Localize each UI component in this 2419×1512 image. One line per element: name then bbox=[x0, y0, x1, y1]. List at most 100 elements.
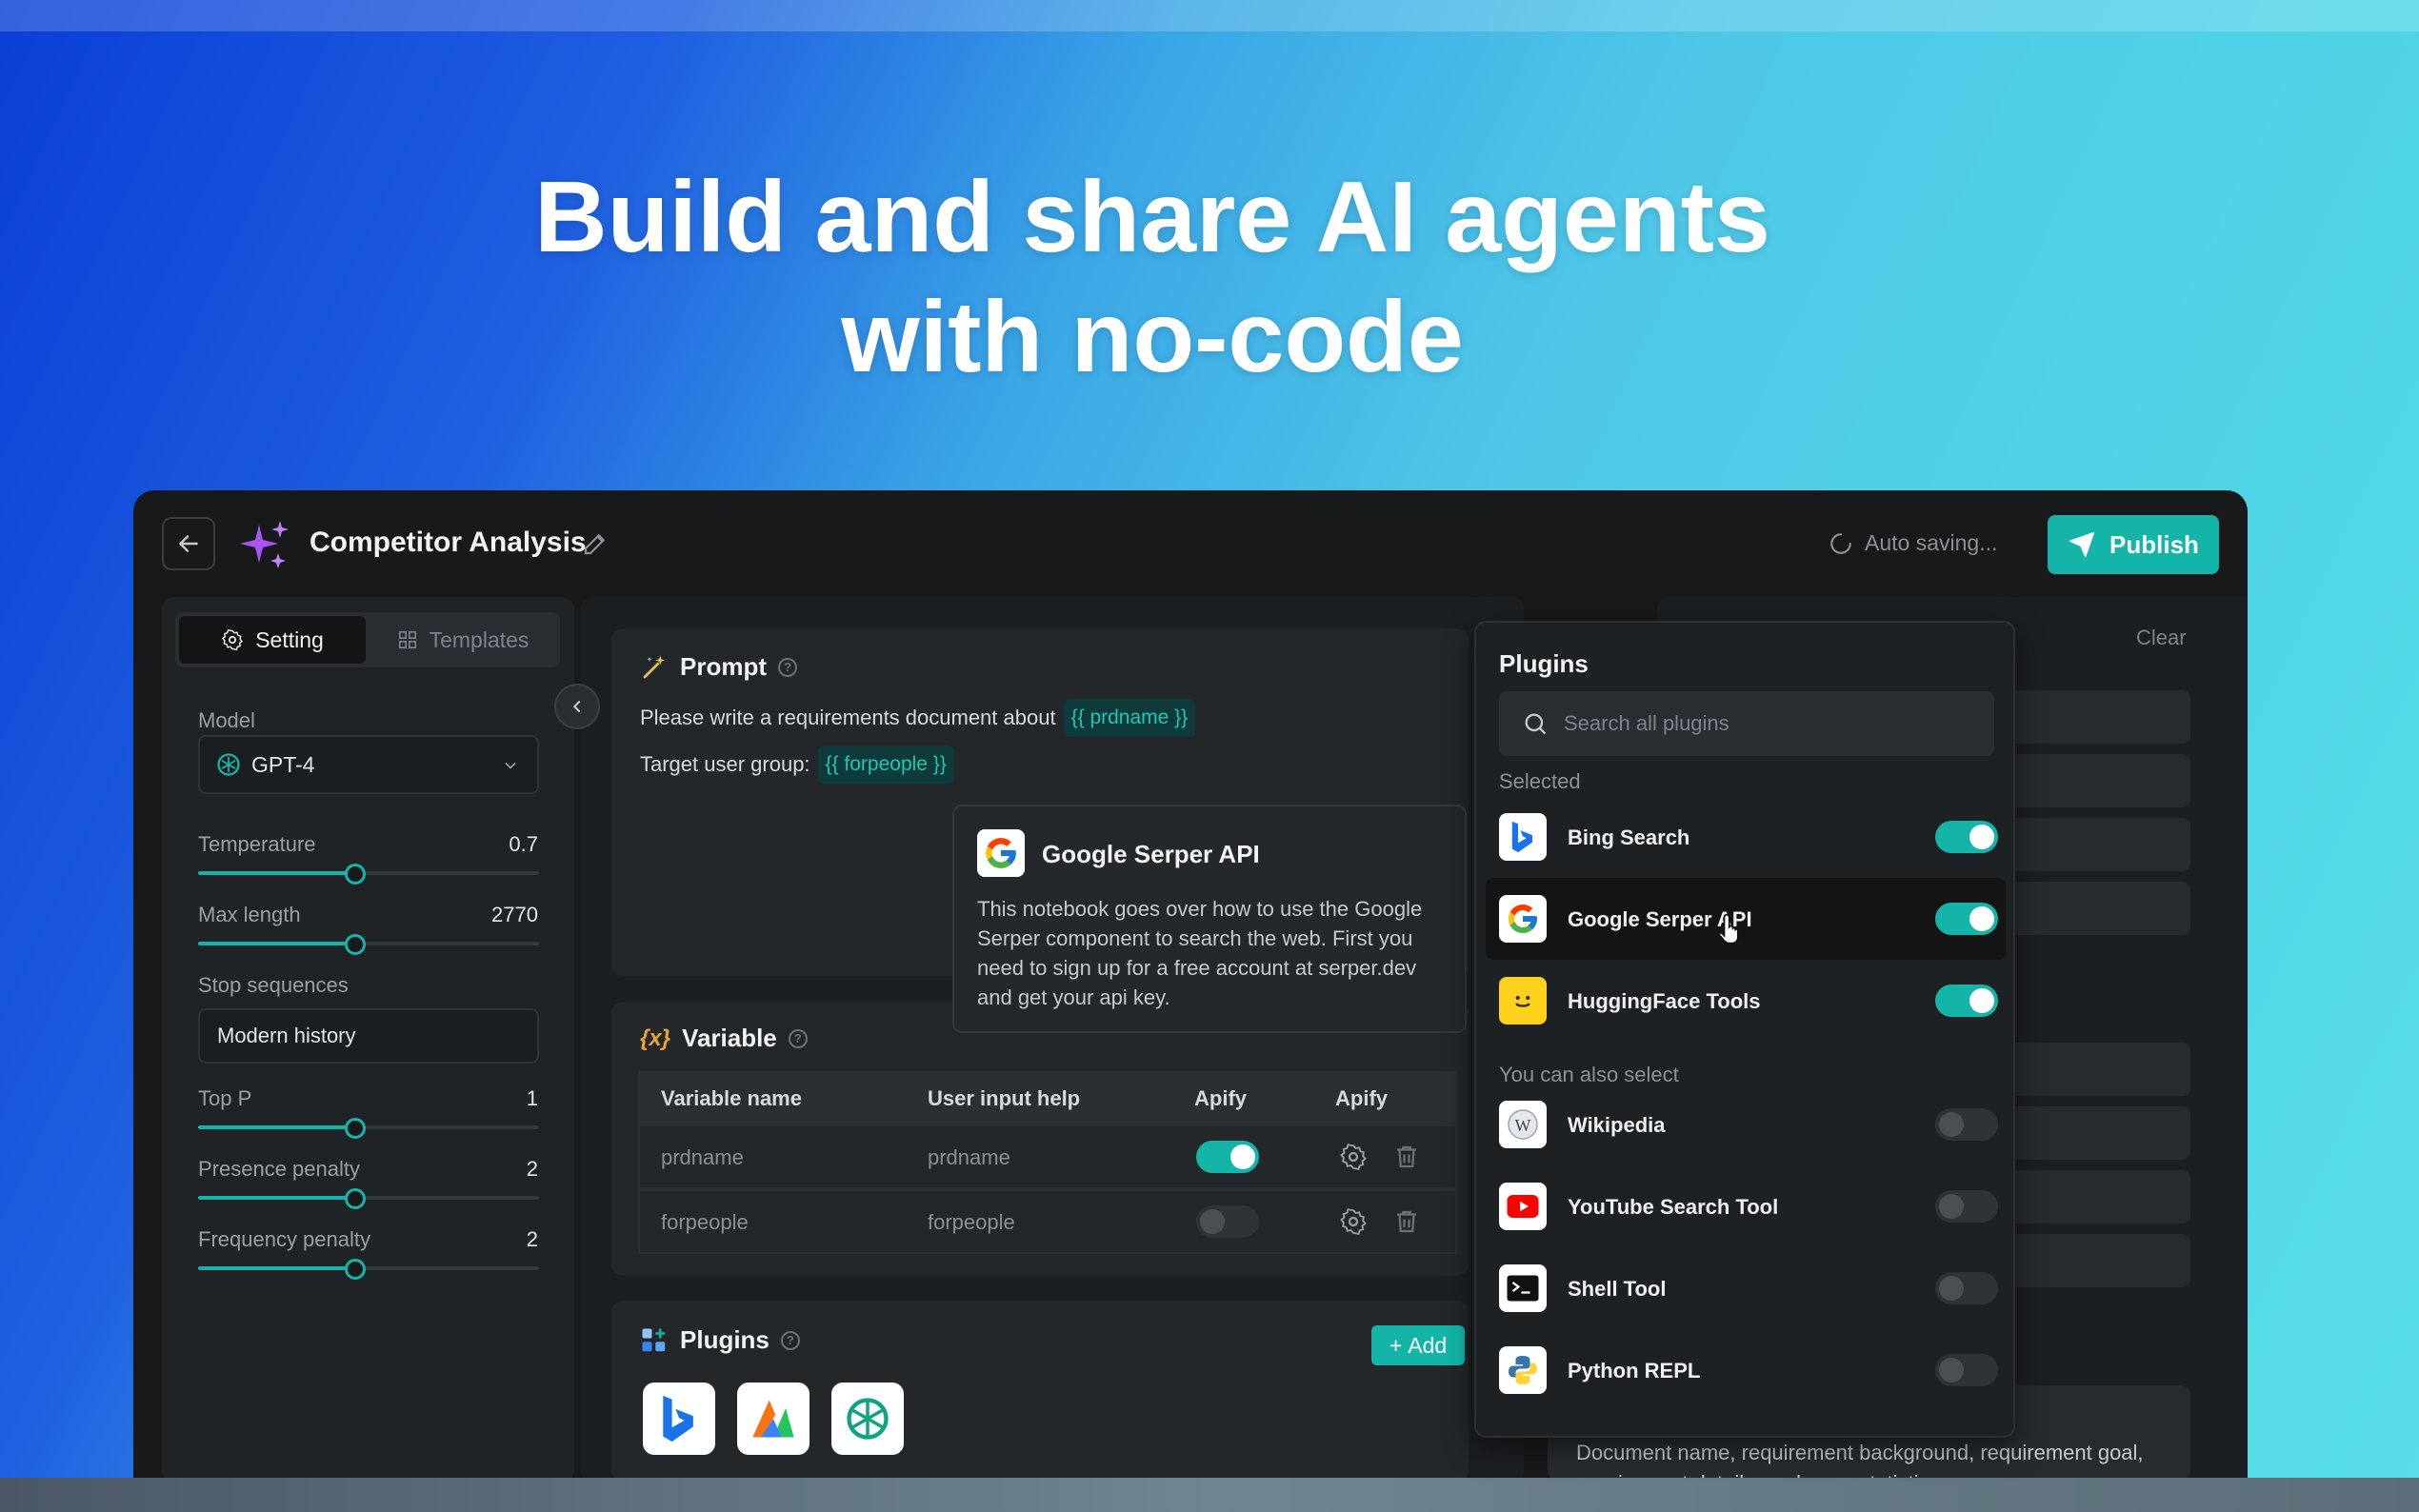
youtube-icon bbox=[1499, 1183, 1547, 1230]
variable-name-cell[interactable]: prdname bbox=[661, 1145, 744, 1170]
frequency-penalty-label: Frequency penalty bbox=[198, 1227, 370, 1251]
top-p-label: Top P bbox=[198, 1086, 252, 1110]
apify-icon bbox=[752, 1400, 794, 1438]
tooltip-body: This notebook goes over how to use the G… bbox=[977, 897, 1423, 1009]
slider-thumb[interactable] bbox=[344, 1259, 366, 1280]
plugin-name: Wikipedia bbox=[1568, 1113, 1666, 1137]
plugin-item-wikipedia[interactable]: W Wikipedia bbox=[1486, 1084, 2006, 1165]
gear-icon bbox=[222, 629, 243, 651]
input-help-cell[interactable]: forpeople bbox=[928, 1210, 1015, 1235]
plugin-item-bing[interactable]: Bing Search bbox=[1486, 796, 2006, 878]
search-icon bbox=[1525, 713, 1547, 735]
stop-sequences-input[interactable]: Modern history bbox=[198, 1008, 539, 1064]
tab-templates[interactable]: Templates bbox=[370, 616, 556, 664]
variable-title-text: Variable bbox=[682, 1024, 777, 1052]
plugins-popover-title: Plugins bbox=[1499, 649, 1589, 678]
plugin-toggle[interactable] bbox=[1935, 903, 1998, 935]
preview-field bbox=[2009, 1106, 2190, 1160]
tab-templates-label: Templates bbox=[429, 627, 530, 652]
preview-field bbox=[2009, 818, 2190, 871]
hero-line-2: with no-code bbox=[841, 281, 1464, 393]
back-button[interactable] bbox=[162, 517, 215, 570]
slider-thumb[interactable] bbox=[344, 934, 366, 955]
frequency-penalty-slider[interactable] bbox=[198, 1259, 539, 1280]
edit-icon[interactable] bbox=[581, 529, 610, 558]
temperature-value: 0.7 bbox=[509, 832, 538, 856]
temperature-label: Temperature bbox=[198, 832, 316, 856]
prompt-title-text: Prompt bbox=[680, 652, 767, 681]
presence-penalty-label: Presence penalty bbox=[198, 1157, 360, 1181]
plugin-search-input[interactable]: Search all plugins bbox=[1499, 691, 1994, 756]
autosave-text: Auto saving... bbox=[1865, 530, 1998, 555]
bing-plugin-thumb[interactable] bbox=[643, 1383, 715, 1455]
max-length-label: Max length bbox=[198, 903, 301, 926]
variable-chip[interactable]: {{ prdname }} bbox=[1063, 699, 1196, 737]
collapse-panel-button[interactable] bbox=[554, 684, 600, 729]
plugin-item-shell[interactable]: Shell Tool bbox=[1486, 1247, 2006, 1329]
max-length-value: 2770 bbox=[491, 903, 538, 926]
settings-icon[interactable] bbox=[1339, 1207, 1368, 1236]
plugin-item-google-serper[interactable]: Google Serper API bbox=[1486, 878, 2006, 960]
prompt-line-1-text: Please write a requirements document abo… bbox=[640, 706, 1056, 729]
model-select[interactable]: GPT-4 bbox=[198, 735, 539, 794]
table-row: forpeople forpeople bbox=[638, 1189, 1457, 1254]
plugin-name: Shell Tool bbox=[1568, 1277, 1667, 1301]
publish-button[interactable]: Publish bbox=[2048, 515, 2219, 574]
prompt-line-2[interactable]: Target user group: {{ forpeople }} bbox=[640, 746, 954, 784]
top-p-slider[interactable] bbox=[198, 1118, 539, 1139]
preview-field bbox=[2009, 754, 2190, 807]
slider-thumb[interactable] bbox=[344, 864, 366, 885]
help-icon[interactable]: ? bbox=[778, 657, 797, 677]
top-p-value: 1 bbox=[526, 1086, 538, 1110]
column-header: Variable name bbox=[661, 1086, 802, 1110]
frequency-penalty-value: 2 bbox=[526, 1227, 538, 1251]
plugin-toggle[interactable] bbox=[1935, 1190, 1998, 1223]
plugin-toggle[interactable] bbox=[1935, 821, 1998, 853]
help-icon[interactable]: ? bbox=[788, 1028, 808, 1048]
openai-icon bbox=[847, 1398, 889, 1440]
openai-icon bbox=[217, 753, 240, 776]
hero-heading: Build and share AI agents with no-code bbox=[533, 157, 1771, 397]
presence-penalty-slider[interactable] bbox=[198, 1188, 539, 1209]
bottom-strip bbox=[0, 1478, 2419, 1512]
hand-cursor-icon bbox=[1718, 913, 1739, 945]
variable-chip[interactable]: {{ forpeople }} bbox=[817, 746, 954, 784]
trash-icon[interactable] bbox=[1392, 1207, 1421, 1236]
apify-toggle[interactable] bbox=[1196, 1205, 1259, 1238]
plugin-item-python[interactable]: Python REPL bbox=[1486, 1329, 2006, 1411]
input-help-cell[interactable]: prdname bbox=[928, 1145, 1010, 1170]
apify-plugin-thumb[interactable] bbox=[737, 1383, 810, 1455]
app-title: Competitor Analysis bbox=[310, 527, 587, 558]
prompt-line-1[interactable]: Please write a requirements document abo… bbox=[640, 699, 1196, 737]
temperature-slider[interactable] bbox=[198, 864, 539, 885]
add-plugin-button[interactable]: + Add bbox=[1371, 1325, 1465, 1365]
google-icon bbox=[977, 829, 1025, 877]
plus-icon: + bbox=[1389, 1332, 1403, 1358]
prompt-title: Prompt ? bbox=[640, 652, 797, 682]
apify-toggle[interactable] bbox=[1196, 1141, 1259, 1173]
plugin-item-youtube[interactable]: YouTube Search Tool bbox=[1486, 1165, 2006, 1247]
terminal-icon bbox=[1499, 1264, 1547, 1312]
slider-thumb[interactable] bbox=[344, 1188, 366, 1209]
max-length-slider[interactable] bbox=[198, 934, 539, 955]
plugin-toggle[interactable] bbox=[1935, 1272, 1998, 1304]
preview-field bbox=[2009, 1234, 2190, 1287]
clear-button[interactable]: Clear bbox=[2136, 626, 2187, 650]
plugin-toggle[interactable] bbox=[1935, 985, 1998, 1017]
prompt-line-2-text: Target user group: bbox=[640, 752, 810, 776]
plugin-toggle[interactable] bbox=[1935, 1354, 1998, 1386]
preview-field bbox=[2009, 1170, 2190, 1224]
add-label: Add bbox=[1408, 1332, 1448, 1358]
plugin-toggle[interactable] bbox=[1935, 1108, 1998, 1141]
tab-setting[interactable]: Setting bbox=[179, 616, 366, 664]
trash-icon[interactable] bbox=[1392, 1143, 1421, 1171]
hero-line-1: Build and share AI agents bbox=[534, 161, 1770, 273]
help-icon[interactable]: ? bbox=[780, 1330, 800, 1350]
slider-thumb[interactable] bbox=[344, 1118, 366, 1139]
variable-name-cell[interactable]: forpeople bbox=[661, 1210, 749, 1235]
column-header: Apify bbox=[1335, 1086, 1388, 1110]
openai-plugin-thumb[interactable] bbox=[831, 1383, 904, 1455]
plugin-item-huggingface[interactable]: HuggingFace Tools bbox=[1486, 960, 2006, 1042]
preview-field bbox=[2009, 882, 2190, 935]
settings-icon[interactable] bbox=[1339, 1143, 1368, 1171]
